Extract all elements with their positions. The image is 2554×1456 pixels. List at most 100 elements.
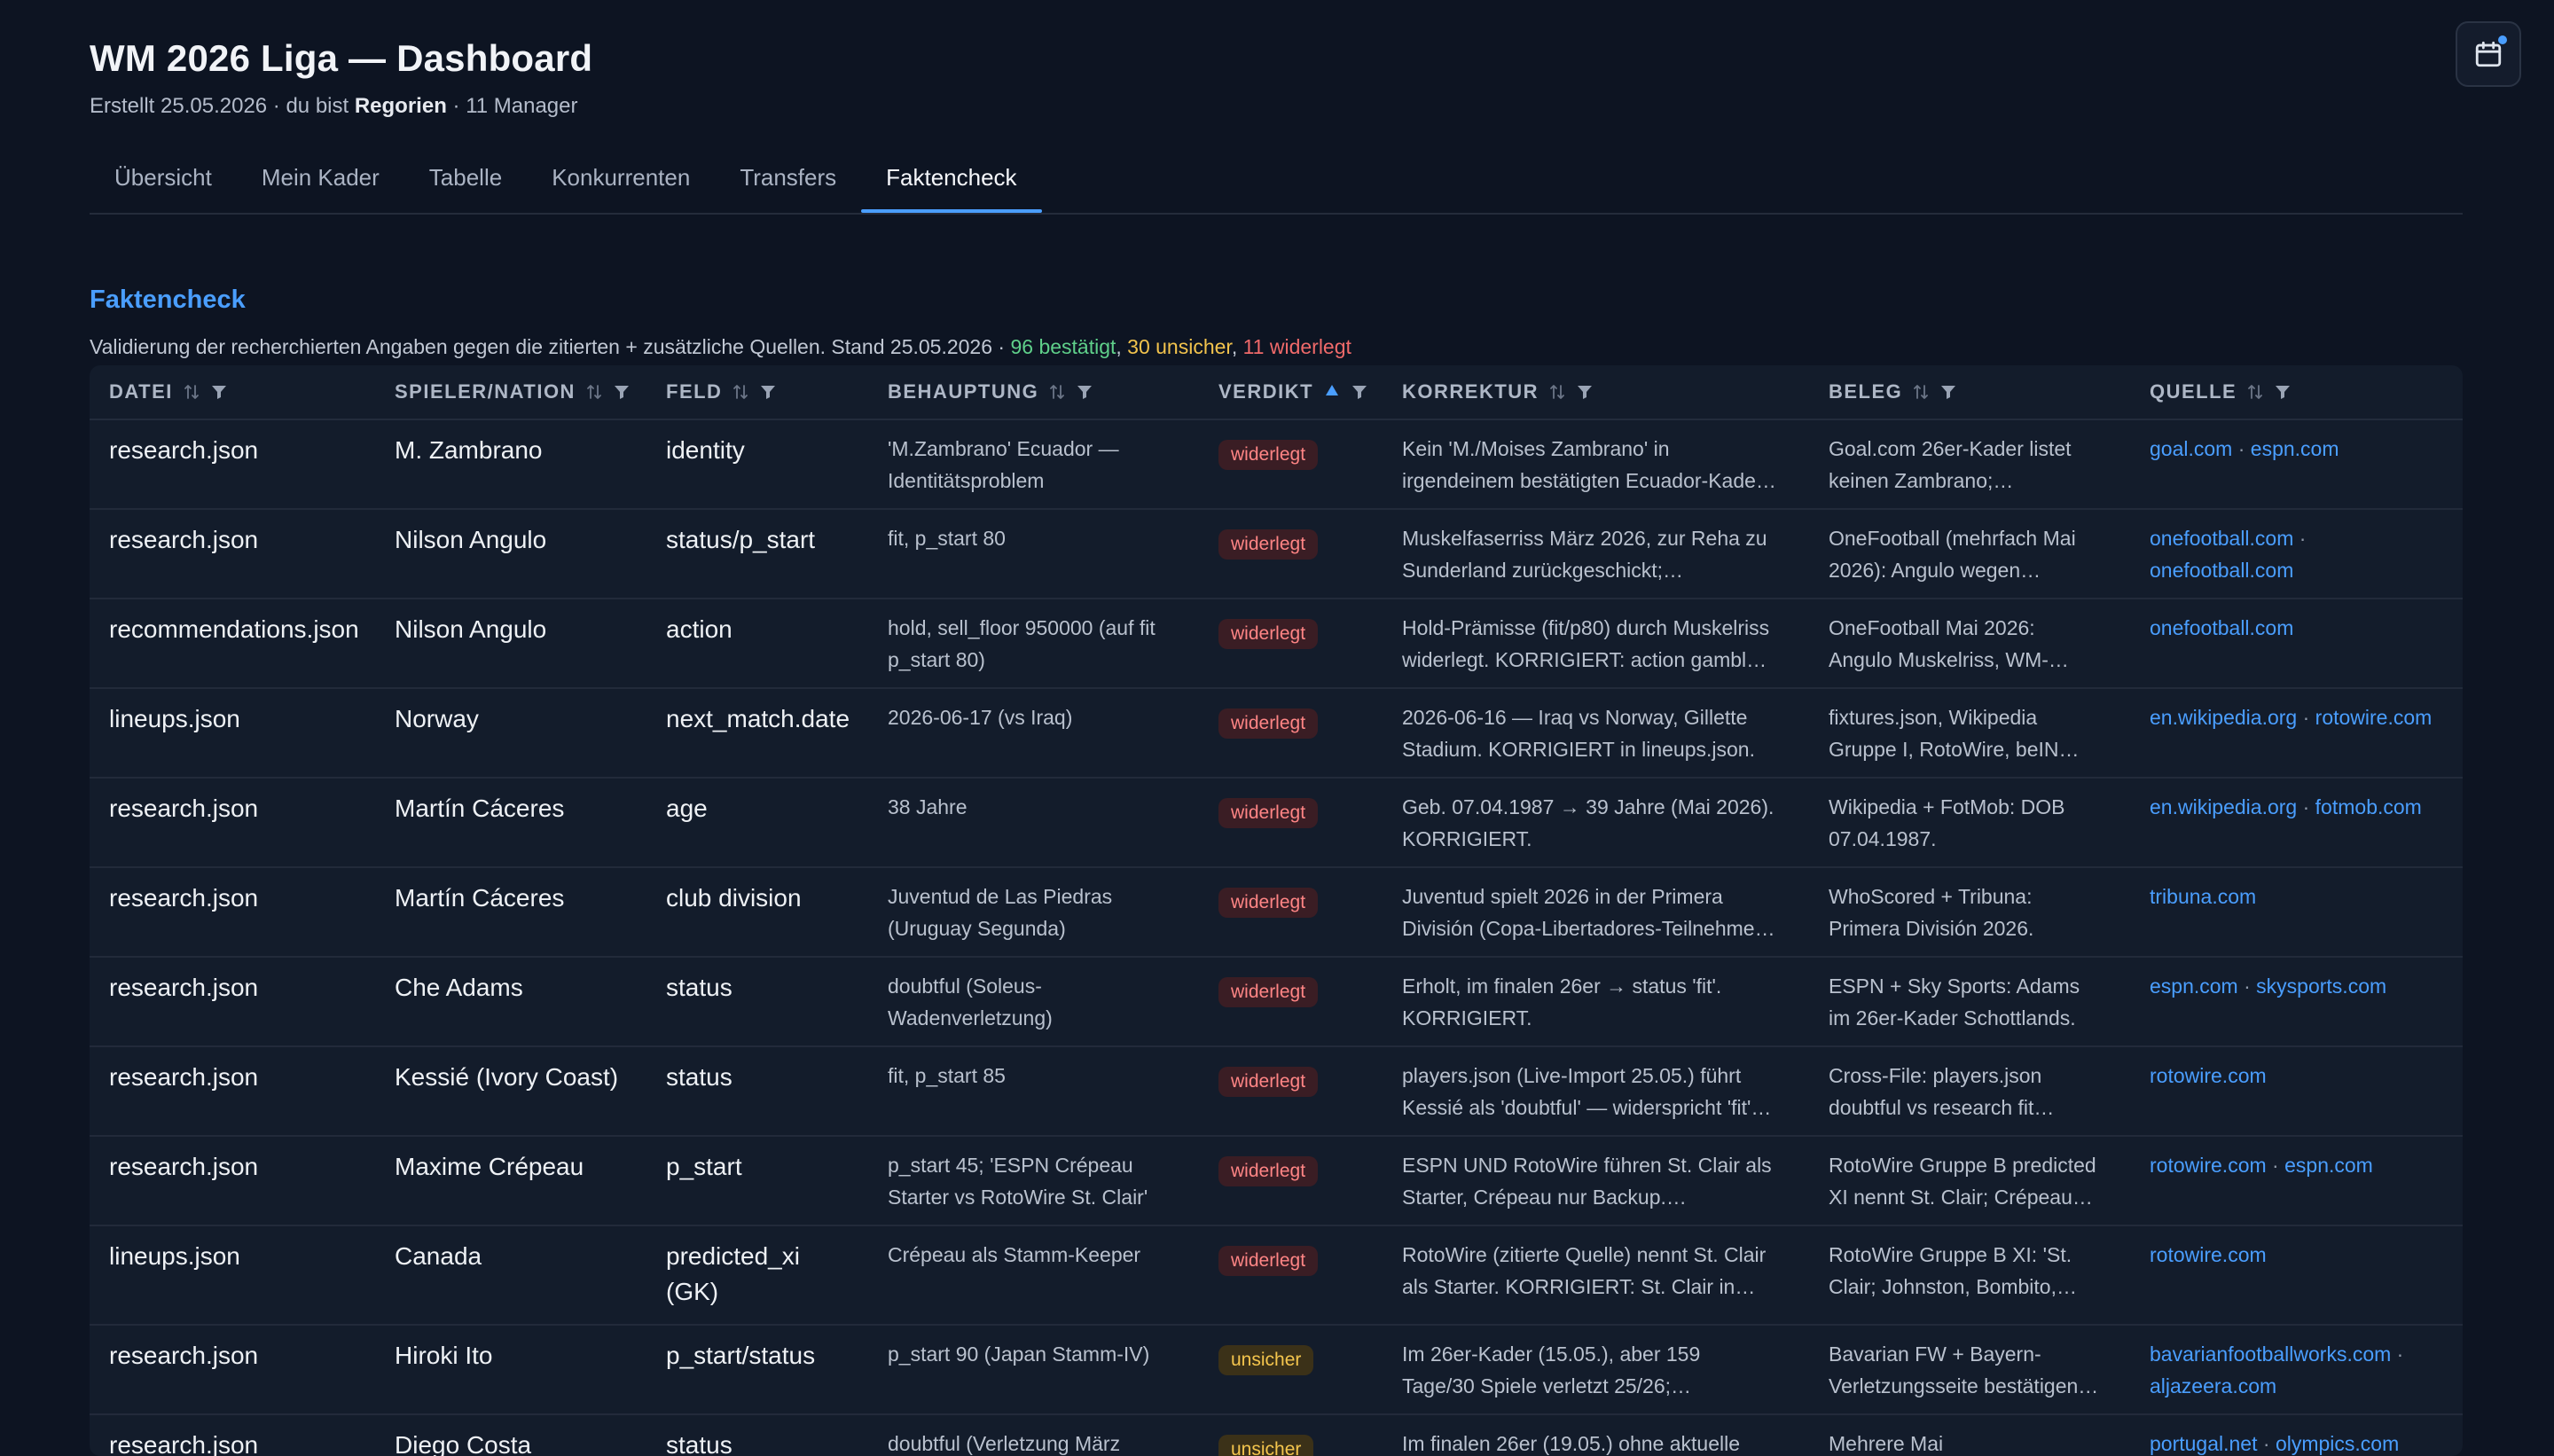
cell-quelle: rotowire.com bbox=[2150, 1239, 2267, 1271]
source-line: en.wikipedia.org · rotowire.com bbox=[2150, 706, 2433, 729]
tab-mein-kader[interactable]: Mein Kader bbox=[237, 153, 404, 211]
column-header-verdikt[interactable]: VERDIKT bbox=[1218, 365, 1368, 419]
source-link[interactable]: onefootball.com bbox=[2150, 559, 2293, 582]
filter-icon[interactable] bbox=[1351, 383, 1368, 401]
cell-behauptung-line: 38 Jahre bbox=[888, 795, 968, 818]
table-row[interactable]: research.json Martín Cáceres club division… bbox=[90, 868, 2463, 958]
filter-icon[interactable] bbox=[613, 383, 631, 401]
sort-icon[interactable] bbox=[586, 382, 602, 402]
sort-icon[interactable] bbox=[2247, 382, 2263, 402]
cell-behauptung-line: fit, p_start 85 bbox=[888, 1064, 1006, 1087]
source-line: onefootball.com · bbox=[2150, 527, 2307, 550]
cell-behauptung: 'M.Zambrano' Ecuador — Identitätsproblem bbox=[888, 433, 1189, 497]
source-link[interactable]: bavarianfootballworks.com bbox=[2150, 1342, 2391, 1366]
source-link[interactable]: onefootball.com bbox=[2150, 616, 2293, 639]
cell-feld: status bbox=[666, 1060, 733, 1095]
sort-icon[interactable] bbox=[184, 382, 200, 402]
source-link[interactable]: rotowire.com bbox=[2150, 1064, 2267, 1087]
table-row[interactable]: research.json Maxime Crépeau p_start p_star… bbox=[90, 1137, 2463, 1226]
filter-icon[interactable] bbox=[2274, 383, 2292, 401]
table-row[interactable]: research.json Hiroki Ito p_start/status p_s… bbox=[90, 1326, 2463, 1415]
tab-faktencheck[interactable]: Faktencheck bbox=[861, 153, 1042, 213]
source-link[interactable]: skysports.com bbox=[2256, 975, 2386, 998]
column-header-behauptung[interactable]: BEHAUPTUNG bbox=[888, 365, 1093, 419]
source-link[interactable]: aljazeera.com bbox=[2150, 1374, 2276, 1397]
source-link[interactable]: en.wikipedia.org bbox=[2150, 795, 2297, 818]
column-header-korrektur[interactable]: KORREKTUR bbox=[1402, 365, 1594, 419]
cell-korrektur-line: Kessié als 'doubtful' — widerspricht 'fi… bbox=[1402, 1096, 1772, 1119]
filter-icon[interactable] bbox=[1076, 383, 1093, 401]
source-line: rotowire.com bbox=[2150, 1239, 2267, 1271]
column-header-feld[interactable]: FELD bbox=[666, 365, 777, 419]
verdict-badge: widerlegt bbox=[1218, 529, 1319, 560]
filter-icon[interactable] bbox=[210, 383, 228, 401]
column-header-spieler[interactable]: SPIELER/NATION bbox=[395, 365, 631, 419]
cell-quelle: espn.com · skysports.com bbox=[2150, 970, 2386, 1002]
cell-korrektur: Kein 'M./Moises Zambrano' in irgendeinem … bbox=[1402, 433, 1801, 497]
cell-korrektur-line: División (Copa-Libertadores-Teilnehme… bbox=[1402, 917, 1775, 940]
cell-spieler: Nilson Angulo bbox=[395, 526, 547, 553]
source-link[interactable]: rotowire.com bbox=[2150, 1243, 2267, 1266]
table-row[interactable]: recommendations.json Nilson Angulo action h… bbox=[90, 599, 2463, 689]
cell-behauptung: p_start 90 (Japan Stamm-IV) bbox=[888, 1338, 1189, 1370]
cell-korrektur-line: ESPN UND RotoWire führen St. Clair als bbox=[1402, 1154, 1772, 1177]
column-label: BELEG bbox=[1829, 380, 1903, 403]
confirmed-count: 96 bestätigt bbox=[1010, 335, 1116, 358]
table-row[interactable]: research.json Diego Costa status doubtful (… bbox=[90, 1415, 2463, 1456]
table-row[interactable]: research.json Che Adams status doubtful (So… bbox=[90, 958, 2463, 1047]
tab-konkurrenten[interactable]: Konkurrenten bbox=[527, 153, 715, 211]
cell-beleg: Mehrere Mai bbox=[1829, 1428, 2130, 1456]
source-link[interactable]: portugal.net bbox=[2150, 1432, 2257, 1455]
cell-korrektur-line: Kein 'M./Moises Zambrano' in bbox=[1402, 437, 1670, 460]
tab-transfers[interactable]: Transfers bbox=[715, 153, 861, 211]
table-header: DATEI SPIELER/NATION FELD BEHAUPTUNG VERDIKT… bbox=[90, 365, 2463, 420]
filter-icon[interactable] bbox=[759, 383, 777, 401]
table-row[interactable]: research.json Kessié (Ivory Coast) status f… bbox=[90, 1047, 2463, 1137]
cell-behauptung-line: (Uruguay Segunda) bbox=[888, 917, 1066, 940]
source-line: tribuna.com bbox=[2150, 881, 2256, 912]
source-link[interactable]: rotowire.com bbox=[2315, 706, 2433, 729]
source-link[interactable]: tribuna.com bbox=[2150, 885, 2256, 908]
cell-spieler: Hiroki Ito bbox=[395, 1342, 493, 1369]
cell-beleg-line: OneFootball (mehrfach Mai bbox=[1829, 527, 2076, 550]
faktencheck-table: DATEI SPIELER/NATION FELD BEHAUPTUNG VERDIKT… bbox=[90, 365, 2463, 1456]
source-link[interactable]: fotmob.com bbox=[2315, 795, 2422, 818]
cell-datei: recommendations.json bbox=[109, 615, 359, 643]
table-row[interactable]: research.json M. Zambrano identity 'M.Zambr… bbox=[90, 420, 2463, 510]
sort-icon[interactable] bbox=[733, 382, 748, 402]
cell-quelle: en.wikipedia.org · rotowire.com bbox=[2150, 701, 2432, 733]
sort-icon[interactable] bbox=[1913, 382, 1929, 402]
cell-quelle: bavarianfootballworks.com · aljazeera.com bbox=[2150, 1338, 2403, 1402]
source-link[interactable]: rotowire.com bbox=[2150, 1154, 2267, 1177]
sort-asc-icon[interactable] bbox=[1324, 382, 1340, 402]
source-link[interactable]: onefootball.com bbox=[2150, 527, 2293, 550]
source-link[interactable]: goal.com bbox=[2150, 437, 2232, 460]
filter-icon[interactable] bbox=[1939, 383, 1957, 401]
cell-beleg: OneFootball (mehrfach Mai 2026): Angulo w… bbox=[1829, 522, 2130, 586]
tab-uebersicht[interactable]: Übersicht bbox=[90, 153, 237, 211]
column-header-quelle[interactable]: QUELLE bbox=[2150, 365, 2292, 419]
source-line: aljazeera.com bbox=[2150, 1370, 2403, 1402]
calendar-button[interactable] bbox=[2456, 21, 2521, 87]
sort-icon[interactable] bbox=[1049, 382, 1065, 402]
source-link[interactable]: en.wikipedia.org bbox=[2150, 706, 2297, 729]
cell-spieler: Norway bbox=[395, 705, 479, 732]
cell-beleg: Cross-File: players.json doubtful vs rese… bbox=[1829, 1060, 2130, 1123]
table-row[interactable]: lineups.json Norway next_match.date 2026-06… bbox=[90, 689, 2463, 779]
table-row[interactable]: research.json Nilson Angulo status/p_start… bbox=[90, 510, 2463, 599]
source-link[interactable]: espn.com bbox=[2251, 437, 2339, 460]
source-line: goal.com · espn.com bbox=[2150, 437, 2339, 460]
filter-icon[interactable] bbox=[1576, 383, 1594, 401]
cell-korrektur-line: widerlegt. KORRIGIERT: action gambl… bbox=[1402, 648, 1767, 671]
cell-quelle: portugal.net · olympics.com bbox=[2150, 1428, 2399, 1456]
source-link[interactable]: olympics.com bbox=[2276, 1432, 2399, 1455]
column-header-beleg[interactable]: BELEG bbox=[1829, 365, 1957, 419]
sort-icon[interactable] bbox=[1549, 382, 1565, 402]
source-link[interactable]: espn.com bbox=[2150, 975, 2238, 998]
table-row[interactable]: lineups.json Canada predicted_xi (GK) Crépea… bbox=[90, 1226, 2463, 1326]
table-row[interactable]: research.json Martín Cáceres age 38 Jahre wi… bbox=[90, 779, 2463, 868]
source-link[interactable]: espn.com bbox=[2284, 1154, 2373, 1177]
tab-tabelle[interactable]: Tabelle bbox=[404, 153, 527, 211]
column-header-datei[interactable]: DATEI bbox=[109, 365, 228, 419]
cell-beleg-line: Angulo Muskelriss, WM-… bbox=[1829, 648, 2069, 671]
